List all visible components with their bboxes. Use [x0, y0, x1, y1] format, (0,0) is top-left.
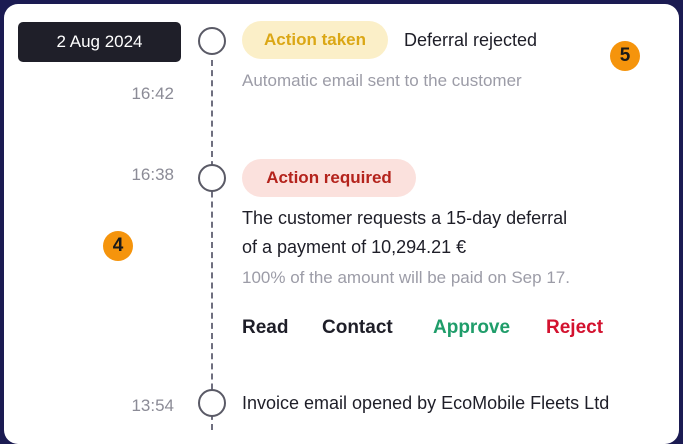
event-time: 16:42 — [131, 84, 174, 103]
read-button[interactable]: Read — [242, 317, 288, 339]
event-body-line: of a payment of 10,294.21 € — [242, 237, 467, 257]
event-body-line: The customer requests a 15-day deferral — [242, 208, 568, 228]
timeline-connector — [211, 60, 213, 430]
reject-button[interactable]: Reject — [546, 317, 603, 339]
status-badge-action-taken: Action taken — [242, 21, 388, 59]
timeline-node-icon — [198, 164, 226, 192]
event-title: Invoice email opened by EcoMobile Fleets… — [242, 393, 610, 413]
approve-button[interactable]: Approve — [433, 317, 510, 339]
screen-background: 2 Aug 2024 16:42 Action taken Deferral r… — [0, 0, 683, 444]
event-detail: 100% of the amount will be paid on Sep 1… — [242, 268, 570, 287]
timeline-node-icon — [198, 27, 226, 55]
status-badge-action-required: Action required — [242, 159, 416, 197]
event-title: Deferral rejected — [404, 30, 538, 50]
step-marker-5: 5 — [610, 41, 640, 71]
date-chip: 2 Aug 2024 — [18, 22, 181, 62]
event-time: 13:54 — [131, 396, 174, 415]
contact-button[interactable]: Contact — [322, 317, 393, 339]
event-detail: Automatic email sent to the customer — [242, 71, 522, 90]
event-time: 16:38 — [131, 165, 174, 184]
timeline-node-icon — [198, 389, 226, 417]
step-marker-4: 4 — [103, 231, 133, 261]
